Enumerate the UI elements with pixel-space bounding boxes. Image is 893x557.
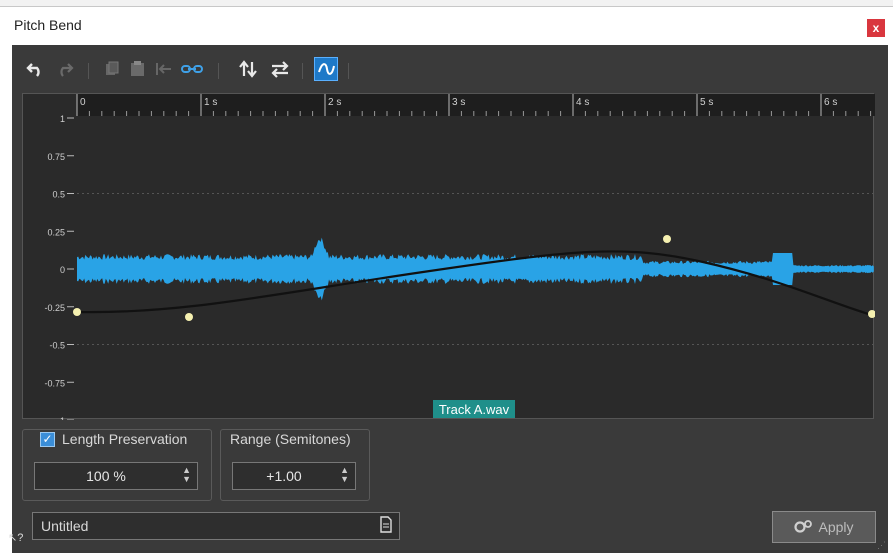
link-icon[interactable] [180, 58, 204, 80]
y-axis-label: 1 [60, 114, 65, 124]
ruler-label: 0 [80, 97, 86, 108]
gears-icon [794, 519, 813, 536]
ruler-label: 2 s [328, 97, 341, 108]
help-cursor-icon[interactable]: ↖? [8, 531, 23, 544]
window-top-edge [0, 0, 893, 7]
toolbar [12, 45, 888, 91]
preset-name-field[interactable]: Untitled [32, 512, 400, 540]
ruler-label: 3 s [452, 97, 465, 108]
window-title: Pitch Bend [14, 17, 82, 33]
preset-name-text: Untitled [41, 518, 89, 534]
apply-label: Apply [818, 519, 854, 535]
length-preservation-checkbox[interactable]: ✓ [40, 432, 55, 447]
waveform-panel[interactable]: 0 1 s 2 s 3 s 4 s 5 s 6 s 1 0.75 0.5 0.25 0 -0.25 -0.… [22, 93, 875, 420]
y-axis-label: -0.25 [44, 303, 65, 313]
ruler-label: 1 s [204, 97, 217, 108]
waveform [77, 237, 874, 301]
resize-grip-icon[interactable]: ⋰ [877, 540, 886, 551]
control-point [73, 308, 81, 316]
y-axis-label: -0.5 [49, 341, 65, 351]
y-axis-label: -0.75 [44, 378, 65, 388]
title-bar: Pitch Bend x [0, 7, 893, 45]
control-point [663, 235, 671, 243]
pitch-bend-panel: 0 1 s 2 s 3 s 4 s 5 s 6 s 1 0.75 0.5 0.25 0 -0.25 -0.… [8, 45, 888, 553]
track-label: Track A.wav [439, 402, 510, 417]
range-stepper[interactable]: +1.00 ▲ ▼ [232, 462, 356, 490]
reset-icon[interactable] [152, 58, 176, 80]
curve-mode-icon[interactable] [314, 57, 338, 81]
close-button[interactable]: x [867, 19, 885, 37]
ruler-label: 6 s [824, 97, 837, 108]
stepper-arrows-icon[interactable]: ▲ ▼ [182, 466, 191, 484]
length-preservation-stepper[interactable]: 100 % ▲ ▼ [34, 462, 198, 490]
toolbar-separator [348, 63, 349, 79]
paste-icon[interactable] [126, 58, 150, 80]
undo-icon[interactable] [24, 58, 48, 80]
y-axis-label: 0.75 [47, 152, 65, 162]
length-preservation-label: Length Preservation [62, 431, 188, 447]
toolbar-separator [88, 63, 89, 79]
time-ruler [77, 94, 875, 116]
length-preservation-value: 100 % [86, 468, 126, 484]
range-label: Range (Semitones) [230, 431, 351, 447]
waveform-display[interactable]: 0 1 s 2 s 3 s 4 s 5 s 6 s 1 0.75 0.5 0.25 0 -0.25 -0.… [23, 94, 875, 420]
y-axis-label: 0 [60, 265, 65, 275]
control-point [868, 310, 875, 318]
toolbar-separator [302, 63, 303, 79]
apply-button[interactable]: Apply [772, 511, 876, 543]
y-axis-label: -1 [57, 416, 65, 420]
y-axis-label: 0.5 [52, 190, 65, 200]
swap-icon[interactable] [268, 58, 292, 80]
copy-icon[interactable] [100, 58, 124, 80]
toolbar-separator [218, 63, 219, 79]
preset-menu-icon[interactable] [379, 516, 393, 537]
flip-vertical-icon[interactable] [236, 58, 260, 80]
ruler-label: 5 s [700, 97, 713, 108]
range-value: +1.00 [266, 468, 302, 484]
ruler-label: 4 s [576, 97, 589, 108]
y-axis-label: 0.25 [47, 227, 65, 237]
stepper-arrows-icon[interactable]: ▲ ▼ [340, 466, 349, 484]
control-point [185, 313, 193, 321]
redo-icon[interactable] [52, 58, 76, 80]
